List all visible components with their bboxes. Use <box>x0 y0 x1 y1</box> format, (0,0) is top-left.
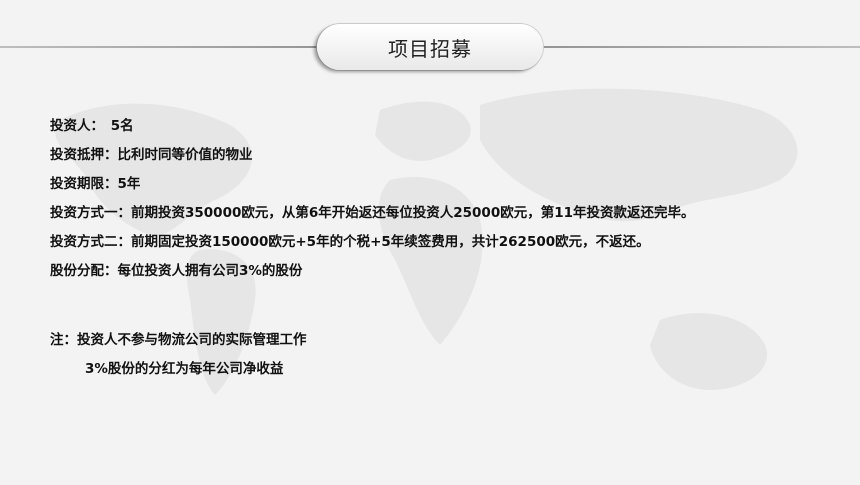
list-item-shares: 股份分配：每位投资人拥有公司3%的股份 <box>50 263 303 279</box>
content-list: 投资人： 5名 投资抵押：比利时同等价值的物业 投资期限：5年 投资方式一：前期… <box>50 112 695 384</box>
title-banner: 项目招募 <box>317 24 543 70</box>
list-item-investors: 投资人： 5名 <box>50 118 134 134</box>
list-item-method-one: 投资方式一：前期投资350000欧元，从第6年开始返还每位投资人25000欧元，… <box>50 205 695 221</box>
list-item-method-two: 投资方式二：前期固定投资150000欧元+5年的个税+5年续签费用，共计2625… <box>50 234 650 250</box>
note-line-1: 注：投资人不参与物流公司的实际管理工作 <box>50 332 307 348</box>
list-item-term: 投资期限：5年 <box>50 176 141 192</box>
page-title: 项目招募 <box>388 36 472 61</box>
note-line-2: 3%股份的分红为每年公司净收益 <box>85 361 284 377</box>
list-item-collateral: 投资抵押：比利时同等价值的物业 <box>50 147 253 163</box>
